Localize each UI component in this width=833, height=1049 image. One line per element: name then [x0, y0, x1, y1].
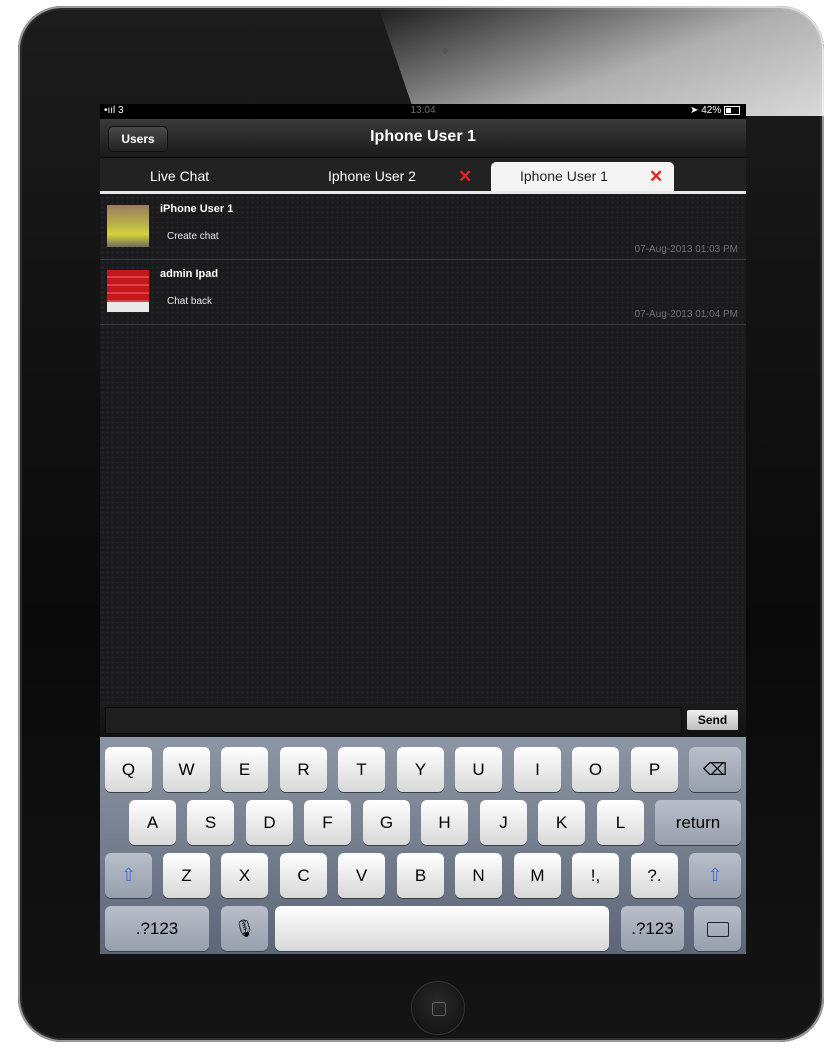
list-item: admin Ipad Chat back 07-Aug-2013 01:04 P…	[100, 260, 746, 325]
numbers-key-left[interactable]: .?123	[105, 906, 209, 951]
key-t[interactable]: T	[338, 747, 385, 792]
list-item: iPhone User 1 Create chat 07-Aug-2013 01…	[100, 195, 746, 260]
page-title: Iphone User 1	[370, 128, 476, 145]
key-e[interactable]: E	[221, 747, 268, 792]
key-j[interactable]: J	[480, 800, 527, 845]
close-icon[interactable]: ✕	[458, 162, 472, 191]
key-b[interactable]: B	[397, 853, 444, 898]
key-s[interactable]: S	[187, 800, 234, 845]
status-bar: •ııl 3 13:04 ➤ 42%	[100, 104, 746, 119]
numbers-key-right[interactable]: .?123	[621, 906, 684, 951]
home-button[interactable]	[412, 982, 464, 1034]
key-h[interactable]: H	[421, 800, 468, 845]
key-u[interactable]: U	[455, 747, 502, 792]
key-a[interactable]: A	[129, 800, 176, 845]
tab-iphone-user-2[interactable]: Iphone User 2 ✕	[328, 162, 472, 191]
keyboard-icon	[706, 922, 729, 938]
close-icon[interactable]: ✕	[649, 162, 663, 191]
key-r[interactable]: R	[280, 747, 327, 792]
key-k[interactable]: K	[538, 800, 585, 845]
key-d[interactable]: D	[246, 800, 293, 845]
tab-iphone-user-1-label: Iphone User 1	[520, 168, 608, 184]
microphone-icon[interactable]: 🎙	[221, 906, 268, 951]
key-c[interactable]: C	[280, 853, 327, 898]
status-time: 13:04	[410, 105, 436, 116]
key-z[interactable]: Z	[163, 853, 210, 898]
message-list[interactable]: iPhone User 1 Create chat 07-Aug-2013 01…	[100, 195, 746, 704]
keyboard-dismiss-key[interactable]	[694, 906, 741, 951]
avatar	[107, 205, 149, 247]
key-q[interactable]: Q	[105, 747, 152, 792]
key-exclaim-comma[interactable]: !,	[572, 853, 619, 898]
message-text: Create chat	[167, 231, 219, 242]
key-question-period[interactable]: ?.	[631, 853, 678, 898]
message-timestamp: 07-Aug-2013 01:03 PM	[634, 244, 738, 255]
battery-percent: 42%	[701, 105, 722, 116]
message-sender: admin Ipad	[160, 268, 219, 280]
message-sender: iPhone User 1	[160, 203, 234, 215]
camera-icon	[442, 48, 448, 54]
avatar	[107, 270, 149, 312]
space-key[interactable]	[275, 906, 609, 951]
shift-left-key[interactable]: ⇧	[105, 853, 152, 898]
send-button[interactable]: Send	[687, 710, 738, 730]
message-input[interactable]	[105, 707, 682, 734]
battery-indicator: ➤ 42%	[690, 105, 740, 116]
nav-bar: Users Iphone User 1	[100, 119, 746, 158]
battery-icon	[724, 105, 740, 115]
key-l[interactable]: L	[597, 800, 644, 845]
tab-live-chat[interactable]: Live Chat	[150, 162, 209, 191]
backspace-key[interactable]: ⌫	[689, 747, 741, 792]
key-y[interactable]: Y	[397, 747, 444, 792]
key-x[interactable]: X	[221, 853, 268, 898]
key-o[interactable]: O	[572, 747, 619, 792]
screen-glare	[378, 6, 824, 116]
shift-right-key[interactable]: ⇧	[689, 853, 741, 898]
compose-bar: Send	[100, 704, 746, 737]
on-screen-keyboard: Q W E R T Y U I O P ⌫ A S D F G H J K L …	[100, 737, 746, 954]
tab-iphone-user-2-label: Iphone User 2	[328, 168, 416, 184]
tab-iphone-user-1[interactable]: Iphone User 1 ✕	[491, 162, 674, 191]
message-text: Chat back	[167, 296, 213, 307]
key-p[interactable]: P	[631, 747, 678, 792]
key-i[interactable]: I	[514, 747, 561, 792]
key-m[interactable]: M	[514, 853, 561, 898]
tab-live-chat-label: Live Chat	[150, 168, 210, 184]
key-n[interactable]: N	[455, 853, 502, 898]
return-key[interactable]: return	[655, 800, 741, 845]
key-g[interactable]: G	[363, 800, 410, 845]
chat-tabs: Live Chat Iphone User 2 ✕ Iphone User 1 …	[100, 158, 746, 194]
key-f[interactable]: F	[304, 800, 351, 845]
key-v[interactable]: V	[338, 853, 385, 898]
home-square-icon	[432, 1002, 446, 1016]
key-w[interactable]: W	[163, 747, 210, 792]
message-timestamp: 07-Aug-2013 01:04 PM	[634, 309, 738, 320]
app-screen: •ııl 3 13:04 ➤ 42% Users Iphone User 1 L…	[100, 104, 746, 954]
